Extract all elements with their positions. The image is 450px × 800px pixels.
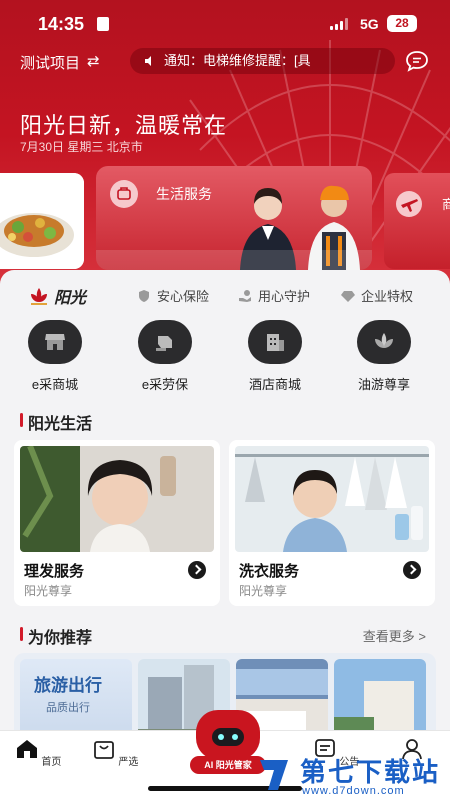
brand-logo: 阳光: [28, 284, 86, 308]
quick-action-label: 油游尊享: [357, 377, 410, 392]
arrow-right-icon[interactable]: [188, 561, 206, 579]
message-icon[interactable]: [405, 50, 429, 72]
home-icon: [16, 740, 37, 758]
banner-card-food[interactable]: [0, 173, 84, 269]
section-title-recommend: 为你推荐: [20, 624, 92, 648]
service-card-subtitle: 阳光尊享: [24, 584, 73, 598]
tab-selection[interactable]: 严选: [85, 737, 145, 768]
haircut-image: [20, 446, 214, 552]
quick-action-label: e采劳保: [141, 377, 189, 392]
life-service-label: 生活服务: [156, 186, 212, 202]
plane-icon: [396, 191, 422, 217]
service-icon: [110, 180, 138, 208]
lotus-icon: [357, 320, 411, 364]
notice-bar[interactable]: 通知：电梯维修提醒：[具: [130, 48, 395, 74]
service-card-subtitle: 阳光尊享: [239, 584, 288, 598]
section-title-sunshine-life: 阳光生活: [20, 410, 92, 434]
hero-header: 14:35 5G 28 测试项目 ⇄ 通知：电梯维修提醒：[具 阳光日新，温暖常…: [0, 0, 450, 300]
tab-label: 严选: [118, 757, 139, 768]
store-icon: [28, 320, 82, 364]
laundry-image: [235, 446, 429, 552]
see-more-link[interactable]: 查看更多 >: [363, 626, 426, 645]
project-selector[interactable]: 测试项目: [20, 52, 80, 73]
service-card-laundry[interactable]: 洗衣服务 阳光尊享: [229, 440, 435, 606]
service-card-title: 理发服务: [24, 563, 85, 580]
network-type: 5G: [360, 16, 379, 32]
ai-assistant-label: AI 阳光管家: [190, 756, 266, 774]
quick-actions: e采商城 e采劳保 酒店商城 油游尊享: [0, 320, 450, 400]
speaker-icon: [145, 56, 151, 66]
status-time: 14:35: [38, 14, 85, 34]
travel-label: 商: [442, 197, 450, 212]
arrow-right-icon[interactable]: [403, 561, 421, 579]
quick-action-label: 酒店商城: [248, 377, 301, 392]
watermark-logo-icon: [260, 760, 288, 790]
quick-action-oil-travel[interactable]: 油游尊享: [334, 320, 434, 393]
swap-icon[interactable]: ⇄: [87, 52, 100, 70]
slogan: 阳光日新，温暖常在: [20, 113, 228, 138]
banner-card-travel[interactable]: 商: [384, 173, 450, 269]
feature-label: 企业特权: [361, 289, 414, 304]
watermark-url: www.d7down.com: [302, 785, 405, 797]
feature-insurance: 安心保险: [137, 286, 209, 305]
building-icon: [248, 320, 302, 364]
card-floor: [96, 250, 372, 270]
food-image: [0, 173, 84, 269]
diamond-icon: [341, 290, 355, 302]
shield-icon: [139, 289, 149, 302]
brand-name: 阳光: [54, 288, 87, 307]
tab-label: 首页: [41, 757, 62, 768]
robot-icon: [196, 710, 260, 760]
feature-label: 用心守护: [258, 289, 311, 304]
service-card-title: 洗衣服务: [239, 563, 300, 580]
feature-privilege: 企业特权: [341, 286, 413, 305]
banner-card-life-service[interactable]: 生活服务: [96, 166, 372, 270]
gloves-icon: [138, 320, 192, 364]
sim-icon: [97, 17, 109, 31]
recommend-travel-subtitle: 品质出行: [46, 702, 90, 714]
top-bar: 测试项目 ⇄ 通知：电梯维修提醒：[具: [0, 44, 450, 78]
service-card-haircut[interactable]: 理发服务 阳光尊享: [14, 440, 220, 606]
feature-guard: 用心守护: [238, 286, 310, 305]
battery-indicator: 28: [387, 15, 417, 32]
lotus-logo-icon: [31, 288, 47, 305]
recommend-travel-title: 旅游出行: [34, 676, 102, 695]
shopping-bag-icon: [93, 741, 114, 759]
quick-action-e-mall[interactable]: e采商城: [5, 320, 105, 393]
tab-home[interactable]: 首页: [8, 737, 68, 768]
feature-label: 安心保险: [157, 289, 210, 304]
notice-text: 通知：电梯维修提醒：[具: [164, 53, 311, 68]
quick-action-e-labor[interactable]: e采劳保: [115, 320, 215, 393]
ai-assistant-button[interactable]: AI 阳光管家: [190, 704, 266, 780]
quick-action-hotel-mall[interactable]: 酒店商城: [225, 320, 325, 393]
date-location: 7月30日 星期三 北京市: [20, 140, 143, 154]
quick-action-label: e采商城: [31, 377, 79, 392]
signal-icon: [330, 18, 348, 30]
hand-heart-icon: [239, 289, 251, 302]
watermark: 第七下载站 www.d7down.com: [256, 752, 446, 798]
watermark-title: 第七下载站: [300, 757, 441, 787]
status-bar: 14:35 5G 28: [0, 0, 450, 44]
